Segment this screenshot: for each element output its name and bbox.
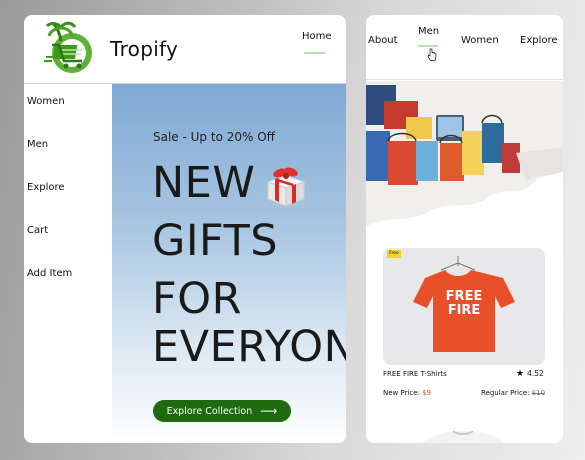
- nav-women[interactable]: Women: [461, 35, 499, 46]
- sidebar-item-women[interactable]: Women: [27, 96, 65, 107]
- next-product-preview: [423, 430, 505, 443]
- new-price-label: New Price:: [383, 389, 420, 397]
- hero-banner: Sale - Up to 20% Off NEW GIFTS FOR EVERY…: [112, 84, 346, 443]
- product-rating: ★ 4.52: [516, 369, 544, 379]
- regular-price-value: $10: [531, 389, 546, 397]
- sidebar-item-add-item[interactable]: Add Item: [27, 268, 72, 279]
- rating-value: 4.52: [527, 369, 544, 378]
- product-image[interactable]: Free FREE FIRE: [383, 248, 545, 365]
- headline-line-3: FOR: [152, 274, 242, 324]
- new-price-value: $9: [422, 389, 432, 397]
- explore-collection-button[interactable]: Explore Collection ⟶: [153, 400, 291, 422]
- sidebar-item-explore[interactable]: Explore: [27, 182, 65, 193]
- shopping-cart-palm-icon[interactable]: [42, 19, 100, 77]
- shopping-bags-banner: [366, 81, 563, 227]
- nav-about[interactable]: About: [368, 35, 398, 46]
- sale-text: Sale - Up to 20% Off: [153, 130, 275, 144]
- hand-cursor-icon: [427, 48, 437, 61]
- new-price: New Price: $9: [383, 389, 431, 397]
- sidebar-item-cart[interactable]: Cart: [27, 225, 48, 236]
- tshirt-image: FREE FIRE: [413, 256, 515, 352]
- sidebar-item-men[interactable]: Men: [27, 139, 48, 150]
- regular-price-label: Regular Price:: [481, 389, 530, 397]
- cta-label: Explore Collection: [166, 405, 253, 417]
- star-icon: ★: [516, 369, 525, 379]
- active-indicator: [304, 52, 326, 54]
- product-name[interactable]: FREE FIRE T-Shirts: [383, 370, 447, 378]
- regular-price: Regular Price: $10: [481, 389, 545, 397]
- headline-line-4: EVERYON: [152, 322, 346, 372]
- arrow-right-icon: ⟶: [260, 404, 278, 418]
- nav-explore[interactable]: Explore: [520, 35, 558, 46]
- gift-box-icon: [266, 167, 306, 207]
- sidebar: Women Men Explore Cart Add Item: [24, 84, 112, 443]
- headline-line-1: NEW: [152, 158, 256, 208]
- active-indicator: [418, 45, 438, 47]
- shirt-text-line-1: FREE: [446, 289, 483, 304]
- secondary-window: About Men Women Explore Free FREE FIRE F…: [366, 15, 563, 443]
- nav-home[interactable]: Home: [302, 31, 332, 42]
- main-window: Tropify Home Women Men Explore Cart Add …: [24, 15, 346, 443]
- shirt-text-line-2: FIRE: [448, 303, 481, 318]
- top-nav: About Men Women Explore: [366, 15, 563, 80]
- header: Tropify Home: [24, 15, 346, 84]
- nav-men[interactable]: Men: [418, 26, 439, 37]
- headline-line-2: GIFTS: [152, 216, 279, 266]
- brand-name: Tropify: [110, 37, 179, 61]
